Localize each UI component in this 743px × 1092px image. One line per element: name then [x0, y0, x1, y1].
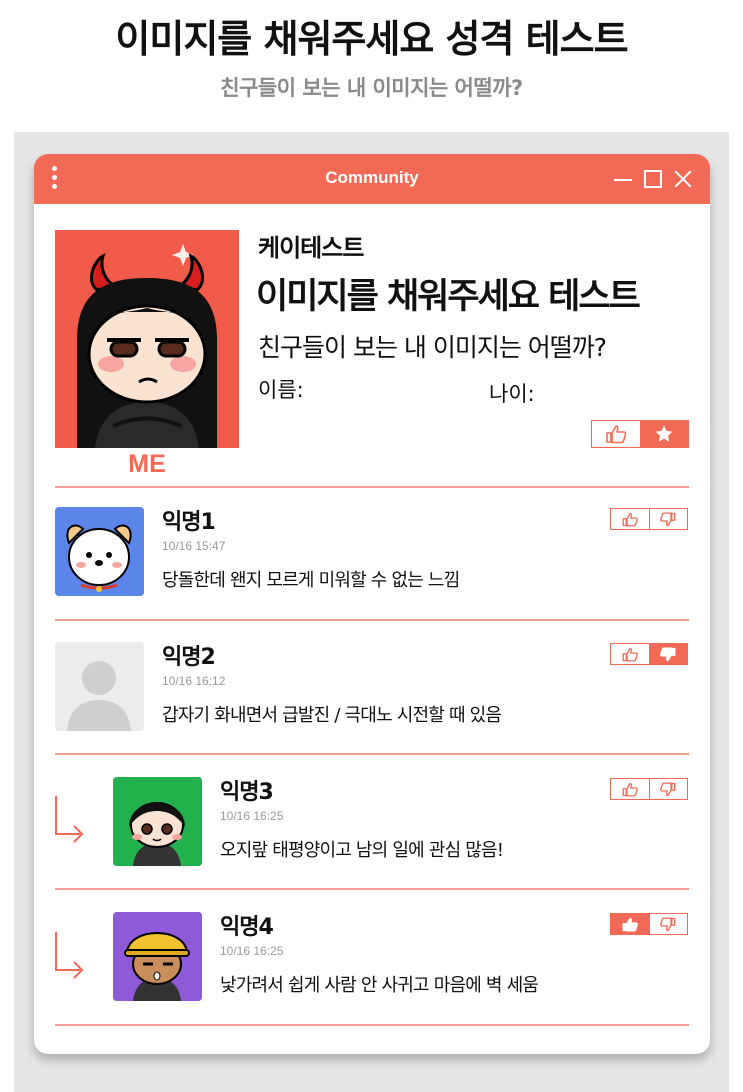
age-label: 나이: — [489, 382, 535, 406]
thumbs-up-icon[interactable] — [611, 509, 649, 529]
reply-arrow-icon — [55, 796, 84, 843]
comment-text: 갑자기 화내면서 급발진 / 극대노 시전할 때 있음 — [162, 705, 502, 726]
comment-text: 오지랖 태평양이고 남의 일에 관심 많음! — [220, 840, 504, 861]
star-icon[interactable] — [640, 421, 688, 447]
vote-buttons — [610, 643, 688, 665]
window-title: Community — [325, 168, 419, 187]
comment-author: 익명1 — [162, 510, 216, 535]
vote-buttons — [610, 508, 688, 530]
default-avatar-icon — [55, 642, 144, 731]
profile-title: 이미지를 채워주세요 테스트 — [256, 277, 641, 317]
avatar — [113, 912, 202, 1001]
comment-timestamp: 10/16 16:25 — [220, 944, 284, 958]
profile-subtitle: 친구들이 보는 내 이미지는 어떨까? — [258, 333, 607, 362]
thumbs-down-icon[interactable] — [648, 509, 688, 529]
page-subtitle: 친구들이 보는 내 이미지는 어떨까? — [220, 76, 523, 100]
thumbs-up-icon[interactable] — [611, 644, 649, 664]
vote-buttons — [610, 913, 688, 935]
close-icon[interactable] — [672, 168, 694, 190]
profile-avatar — [55, 230, 239, 448]
thumbs-up-icon[interactable] — [611, 779, 649, 799]
profile-brand: 케이테스트 — [258, 234, 364, 262]
comment-author: 익명4 — [220, 915, 274, 940]
divider — [55, 888, 689, 890]
community-window: Community ME 케이테스트 이미지를 채워주세요 테스트 친구들이 보… — [34, 154, 710, 1054]
divider — [55, 753, 689, 755]
avatar — [55, 507, 144, 596]
thumbs-down-icon[interactable] — [648, 644, 687, 664]
profile-actions — [591, 420, 689, 448]
divider — [55, 486, 689, 488]
divider — [55, 619, 689, 621]
maximize-icon[interactable] — [642, 168, 664, 190]
comment-author: 익명3 — [220, 780, 274, 805]
comment-timestamp: 10/16 15:47 — [162, 539, 226, 553]
comment-text: 당돌한데 왠지 모르게 미워할 수 없는 느낌 — [162, 570, 460, 591]
comment-timestamp: 10/16 16:25 — [220, 809, 284, 823]
thumbs-down-icon[interactable] — [648, 779, 688, 799]
me-label: ME — [128, 450, 166, 478]
vote-buttons — [610, 778, 688, 800]
reply-arrow-icon — [55, 932, 84, 979]
thumbs-down-icon[interactable] — [648, 914, 688, 934]
avatar — [113, 777, 202, 866]
thumbs-up-icon[interactable] — [611, 914, 649, 934]
comment-author: 익명2 — [162, 645, 216, 670]
comment-text: 낯가려서 쉽게 사람 안 사귀고 마음에 벽 세움 — [220, 975, 539, 996]
minimize-icon[interactable] — [612, 168, 634, 190]
thumbs-up-icon[interactable] — [592, 421, 640, 447]
page-title: 이미지를 채워주세요 성격 테스트 — [115, 17, 628, 61]
comment-timestamp: 10/16 16:12 — [162, 674, 226, 688]
title-bar: Community — [34, 154, 710, 204]
name-label: 이름: — [258, 378, 304, 402]
divider — [55, 1024, 689, 1026]
